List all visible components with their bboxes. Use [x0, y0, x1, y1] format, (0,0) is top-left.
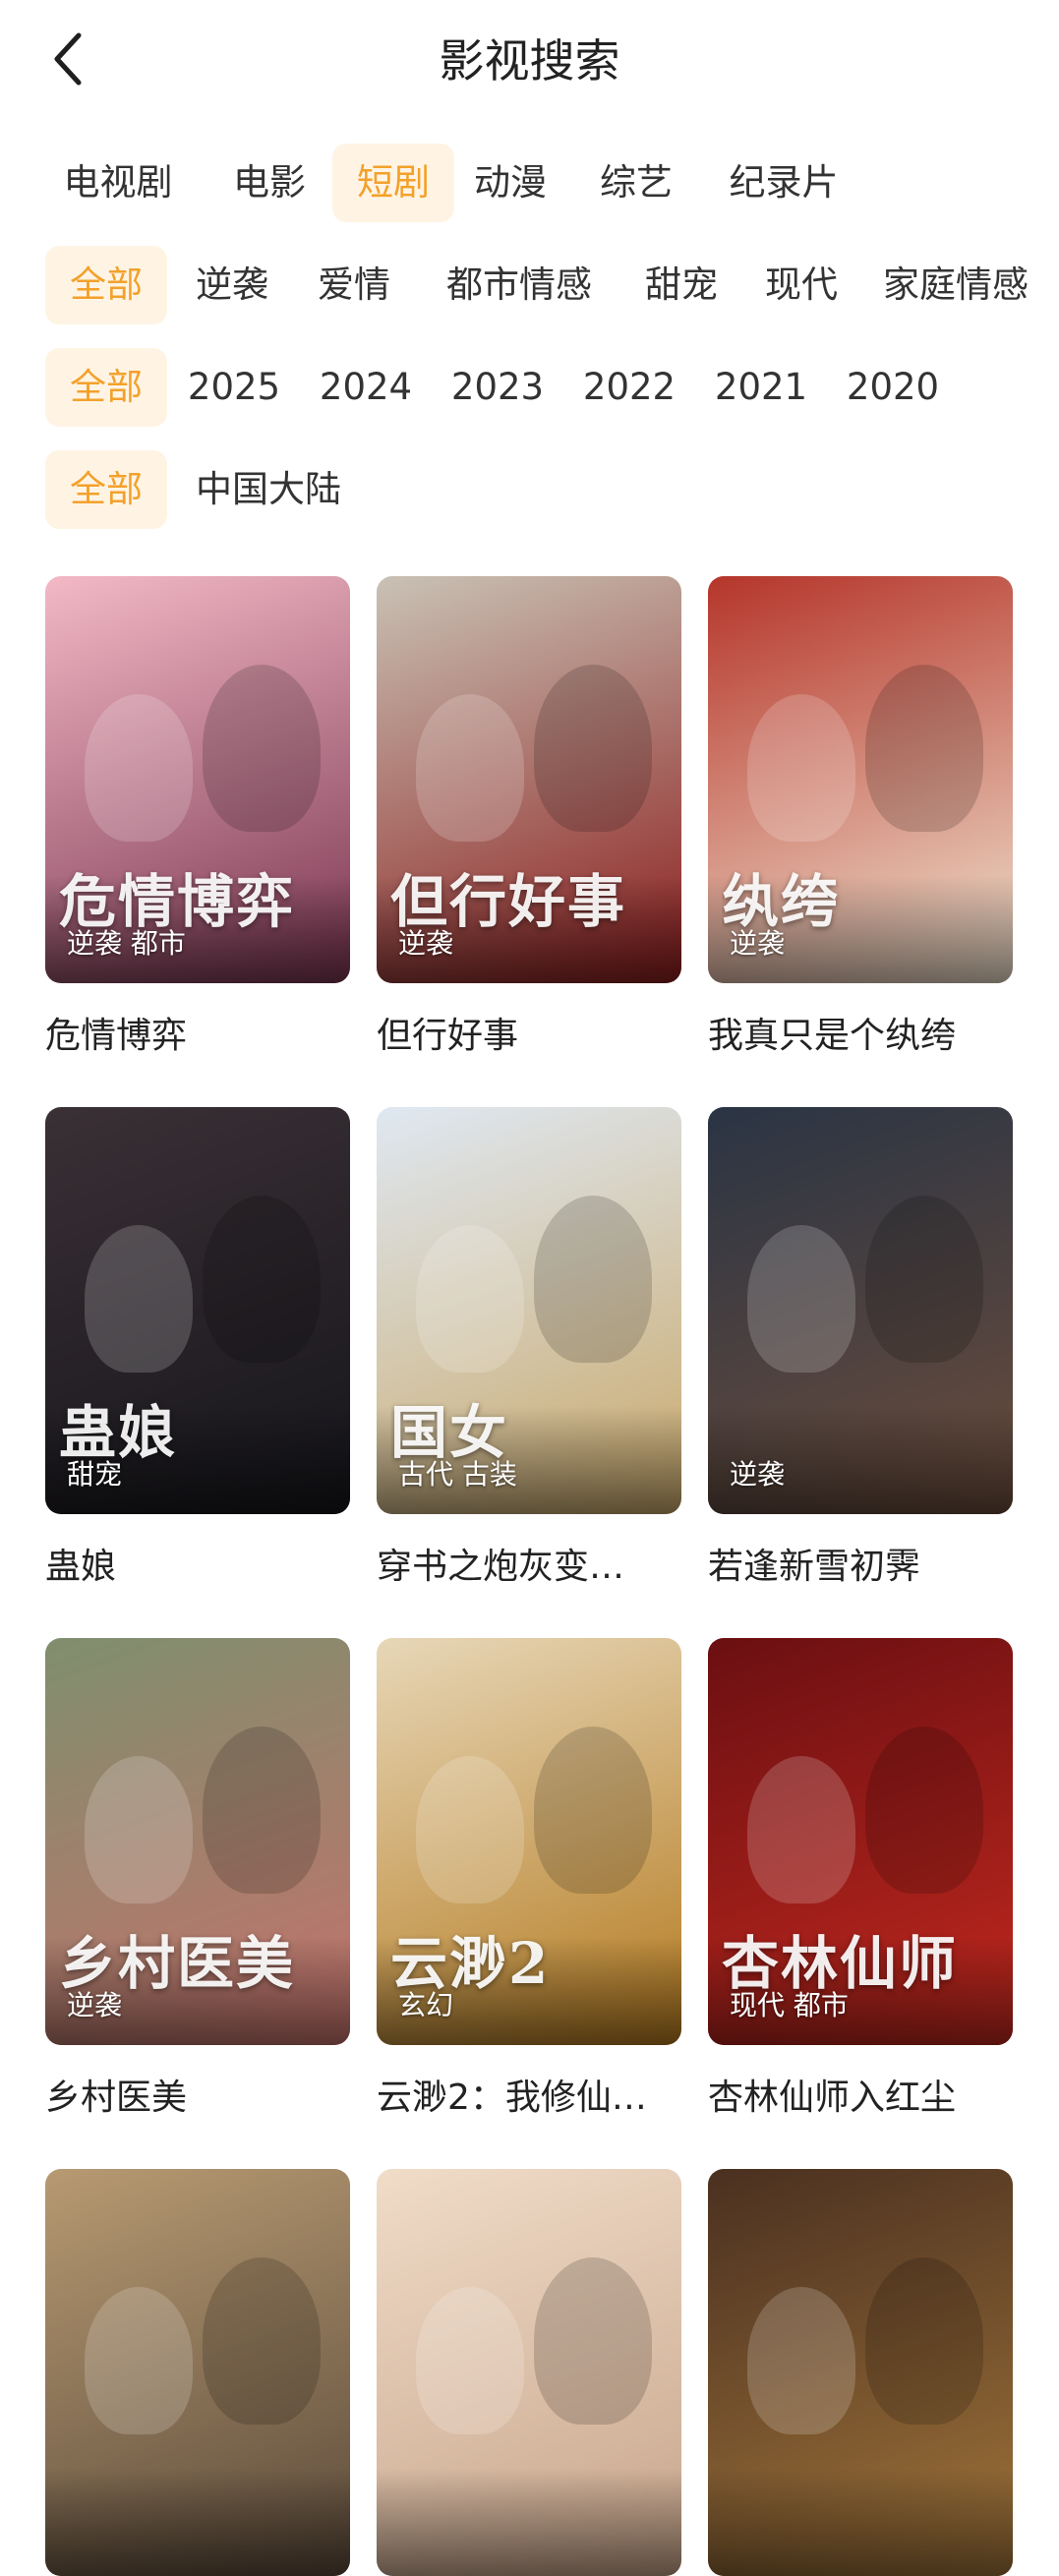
year-chip-5[interactable]: 2021 — [708, 348, 814, 427]
poster-tags: 现代 都市 — [730, 1989, 849, 2021]
poster-figure — [534, 2257, 652, 2425]
year-filter-row: 全部 2025 2024 2023 2022 2021 2020 — [0, 348, 1059, 427]
poster-shade — [45, 2468, 350, 2576]
card-title[interactable]: 但行好事 — [377, 1007, 681, 1058]
category-tabs: 电视剧 电影 短剧 动漫 综艺 纪录片 — [0, 144, 1059, 222]
tab-category-1[interactable]: 电影 — [220, 144, 319, 222]
genre-chip-5[interactable]: 现代 — [747, 246, 855, 324]
poster-tags: 逆袭 — [398, 927, 454, 960]
poster-image[interactable]: 逆袭 — [708, 1107, 1013, 1514]
tab-category-4[interactable]: 综艺 — [582, 144, 690, 222]
poster-figure — [416, 1756, 524, 1903]
poster-image[interactable] — [377, 2169, 681, 2576]
poster-tags: 逆袭 — [67, 1989, 123, 2021]
tab-category-3[interactable]: 动漫 — [456, 144, 564, 222]
poster-figure — [865, 1196, 983, 1363]
poster-figure — [416, 1225, 524, 1373]
page-title: 影视搜索 — [439, 34, 620, 88]
poster-figure — [534, 1196, 652, 1363]
card-title[interactable]: 蛊娘 — [45, 1538, 350, 1589]
genre-chip-2[interactable]: 爱情 — [297, 246, 411, 324]
poster-figure — [534, 1727, 652, 1894]
year-chip-3[interactable]: 2023 — [444, 348, 551, 427]
genre-chip-0[interactable]: 全部 — [45, 246, 167, 324]
card-title[interactable]: 危情博弈 — [45, 1007, 350, 1058]
genre-chip-3[interactable]: 都市情感 — [423, 246, 616, 324]
genre-filter-row: 全部 逆袭 爱情 都市情感 甜宠 现代 家庭情感 — [0, 246, 1059, 324]
poster-tags: 古代 古装 — [398, 1458, 517, 1491]
poster-figure — [747, 1756, 855, 1903]
poster-image[interactable]: 云渺2 玄幻 — [377, 1638, 681, 2045]
poster-figure — [416, 2287, 524, 2434]
genre-chip-6[interactable]: 家庭情感 — [869, 246, 1042, 324]
poster-figure — [85, 694, 193, 842]
poster-figure — [203, 1727, 321, 1894]
poster-image[interactable]: 危情博弈 逆袭 都市 — [45, 576, 350, 983]
poster-figure — [865, 665, 983, 832]
poster-figure — [865, 2257, 983, 2425]
poster-figure — [747, 1225, 855, 1373]
poster-tags: 玄幻 — [398, 1989, 454, 2021]
card-title[interactable]: 云渺2：我修仙… — [377, 2069, 681, 2120]
poster-figure — [85, 2287, 193, 2434]
card-title[interactable]: 我真只是个纨绔 — [708, 1007, 1013, 1058]
tab-category-2[interactable]: 短剧 — [332, 144, 454, 222]
card-title[interactable]: 若逢新雪初霁 — [708, 1538, 1013, 1589]
year-chip-4[interactable]: 2022 — [576, 348, 682, 427]
poster-image[interactable]: 但行好事 逆袭 — [377, 576, 681, 983]
region-chip-0[interactable]: 全部 — [45, 450, 167, 529]
year-chip-2[interactable]: 2024 — [313, 348, 419, 427]
tab-category-0[interactable]: 电视剧 — [49, 144, 187, 222]
year-chip-1[interactable]: 2025 — [181, 348, 287, 427]
genre-chip-1[interactable]: 逆袭 — [175, 246, 289, 324]
poster-tags: 逆袭 — [730, 1458, 786, 1491]
poster-figure — [203, 1196, 321, 1363]
poster-image[interactable] — [45, 2169, 350, 2576]
poster-shade — [708, 2468, 1013, 2576]
year-chip-6[interactable]: 2020 — [840, 348, 946, 427]
region-chip-1[interactable]: 中国大陆 — [185, 450, 352, 529]
poster-figure — [203, 2257, 321, 2425]
poster-image[interactable]: 乡村医美 逆袭 — [45, 1638, 350, 2045]
poster-image[interactable]: 国女 古代 古装 — [377, 1107, 681, 1514]
genre-chip-4[interactable]: 甜宠 — [627, 246, 735, 324]
poster-tags: 逆袭 都市 — [67, 927, 186, 960]
poster-image[interactable] — [708, 2169, 1013, 2576]
poster-figure — [85, 1225, 193, 1373]
region-filter-row: 全部 中国大陆 — [0, 450, 1059, 529]
poster-tags: 逆袭 — [730, 927, 786, 960]
tab-category-5[interactable]: 纪录片 — [710, 144, 857, 222]
poster-shade — [377, 2468, 681, 2576]
poster-image[interactable]: 杏林仙师 现代 都市 — [708, 1638, 1013, 2045]
poster-figure — [85, 1756, 193, 1903]
poster-image[interactable]: 纨绔 逆袭 — [708, 576, 1013, 983]
year-chip-0[interactable]: 全部 — [45, 348, 167, 427]
poster-figure — [747, 694, 855, 842]
poster-image[interactable]: 蛊娘 甜宠 — [45, 1107, 350, 1514]
poster-figure — [203, 665, 321, 832]
card-title[interactable]: 杏林仙师入红尘 — [708, 2069, 1013, 2120]
poster-figure — [416, 694, 524, 842]
card-title[interactable]: 穿书之炮灰变… — [377, 1538, 681, 1589]
poster-figure — [534, 665, 652, 832]
card-title[interactable]: 乡村医美 — [45, 2069, 350, 2120]
header: 影视搜索 — [0, 0, 1059, 118]
poster-figure — [865, 1727, 983, 1894]
poster-figure — [747, 2287, 855, 2434]
poster-tags: 甜宠 — [67, 1458, 123, 1491]
